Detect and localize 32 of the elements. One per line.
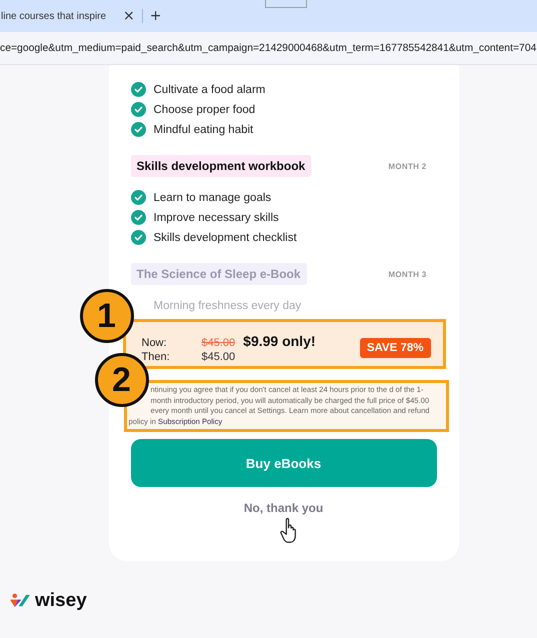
check-icon [130,210,146,225]
discount-badge: SAVE 78% [360,338,430,358]
logo-icon [9,592,30,610]
check-icon [130,230,146,245]
price-label: Then: [142,351,171,363]
new-tab-button[interactable]: + [146,8,166,24]
check-icon [130,102,146,117]
feature-item: Improve necessary skills [154,212,279,224]
new-price: $9.99 only! [243,333,316,349]
window-handle [265,0,307,8]
feature-item: Choose proper food [154,104,256,116]
check-icon [130,190,146,205]
old-price: $45.00 [202,337,236,349]
feature-item: Skills development checklist [154,232,297,244]
section-title: Skills development workbook [130,155,312,177]
address-bar[interactable]: ce=google&utm_medium=paid_search&utm_campaign=21429000468&utm_term=167785542841&utm_content=704 [0,32,537,65]
month-label: MONTH 3 [388,270,426,278]
check-icon [130,122,146,137]
price-label: Now: [142,337,168,349]
brand-logo: wisey [35,590,87,612]
check-icon [130,82,146,97]
feature-item: Learn to manage goals [154,192,272,204]
browser-tab[interactable]: line courses that inspire [0,10,119,22]
step-marker: 1 [80,289,134,343]
decline-link[interactable]: No, thank you [244,501,324,515]
feature-item: Morning freshness every day [154,300,302,312]
regular-price: $45.00 [202,351,236,363]
section-title: The Science of Sleep e-Book [130,263,307,285]
feature-item: Mindful eating habit [154,124,254,136]
month-label: MONTH 2 [388,162,426,170]
feature-item: Cultivate a food alarm [154,84,266,96]
close-tab-button[interactable]: × [119,8,139,24]
